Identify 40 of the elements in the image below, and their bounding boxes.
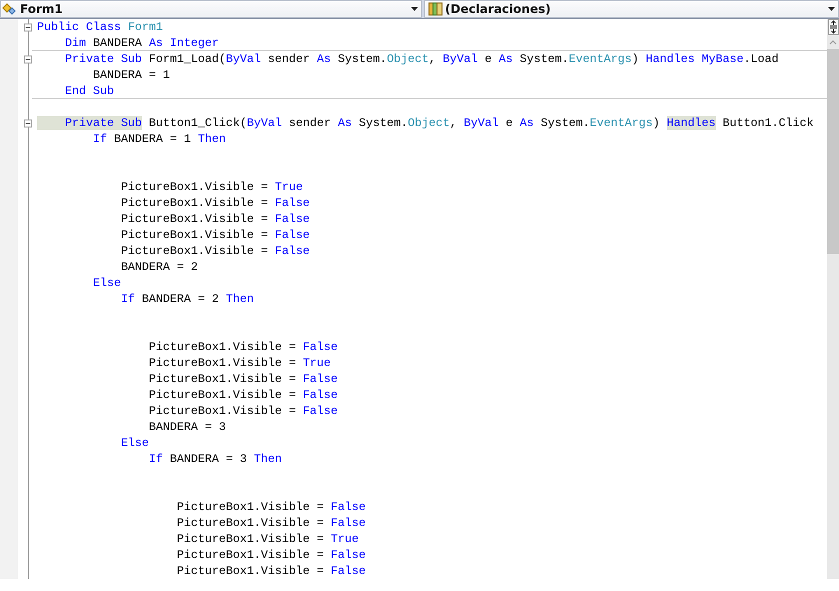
code-line: PictureBox1.Visible = False (148, 372, 338, 386)
collapse-icon[interactable] (24, 22, 32, 32)
collapse-icon[interactable] (24, 118, 32, 128)
code-line: Private Sub Form1_Load(ByVal sender As System.Object, ByVal e As System.EventArgs) Handles MyBase.Load (64, 52, 779, 66)
code-line: Else (92, 276, 121, 290)
code-line: Private Sub Button1_Click(ByVal sender As System.Object, ByVal e As System.EventArgs) Handles Button1.Click (37, 116, 814, 130)
books-icon (428, 2, 444, 16)
code-line: PictureBox1.Visible = False (176, 500, 366, 514)
code-line: Else (120, 436, 149, 450)
code-line: PictureBox1.Visible = False (120, 196, 310, 210)
code-line: BANDERA = 1 (92, 68, 170, 82)
code-line: PictureBox1.Visible = True (176, 532, 359, 546)
scrollbar-thumb[interactable] (827, 49, 839, 254)
splitter-icon[interactable] (828, 19, 838, 35)
code-editor[interactable] (0, 19, 827, 579)
collapse-icon[interactable] (24, 54, 32, 64)
code-line: PictureBox1.Visible = False (176, 564, 366, 578)
vertical-scrollbar[interactable] (827, 19, 839, 579)
code-line: PictureBox1.Visible = False (120, 244, 310, 258)
code-line: PictureBox1.Visible = False (148, 340, 338, 354)
caret-icon (411, 7, 418, 11)
code-line: PictureBox1.Visible = True (120, 180, 303, 194)
code-line: PictureBox1.Visible = True (148, 356, 331, 370)
caret-icon (828, 7, 835, 11)
code-line: PictureBox1.Visible = False (176, 548, 366, 562)
code-line: PictureBox1.Visible = False (148, 388, 338, 402)
code-line: If BANDERA = 1 Then (92, 132, 226, 146)
code-line: BANDERA = 3 (148, 420, 226, 434)
code-line: Public Class Form1 (37, 20, 163, 34)
code-line: If BANDERA = 3 Then (148, 452, 282, 466)
code-line: PictureBox1.Visible = False (176, 516, 366, 530)
code-line: Dim BANDERA As Integer (64, 36, 219, 50)
code-line: PictureBox1.Visible = False (120, 212, 310, 226)
code-line: PictureBox1.Visible = False (120, 228, 310, 242)
code-line: If BANDERA = 2 Then (120, 292, 254, 306)
class-dropdown[interactable]: Form1 (0, 0, 422, 18)
code-line: BANDERA = 2 (120, 260, 198, 274)
member-dropdown[interactable]: (Declaraciones) (424, 0, 839, 18)
code-line: PictureBox1.Visible = False (148, 404, 338, 418)
code-line: End Sub (64, 84, 114, 98)
